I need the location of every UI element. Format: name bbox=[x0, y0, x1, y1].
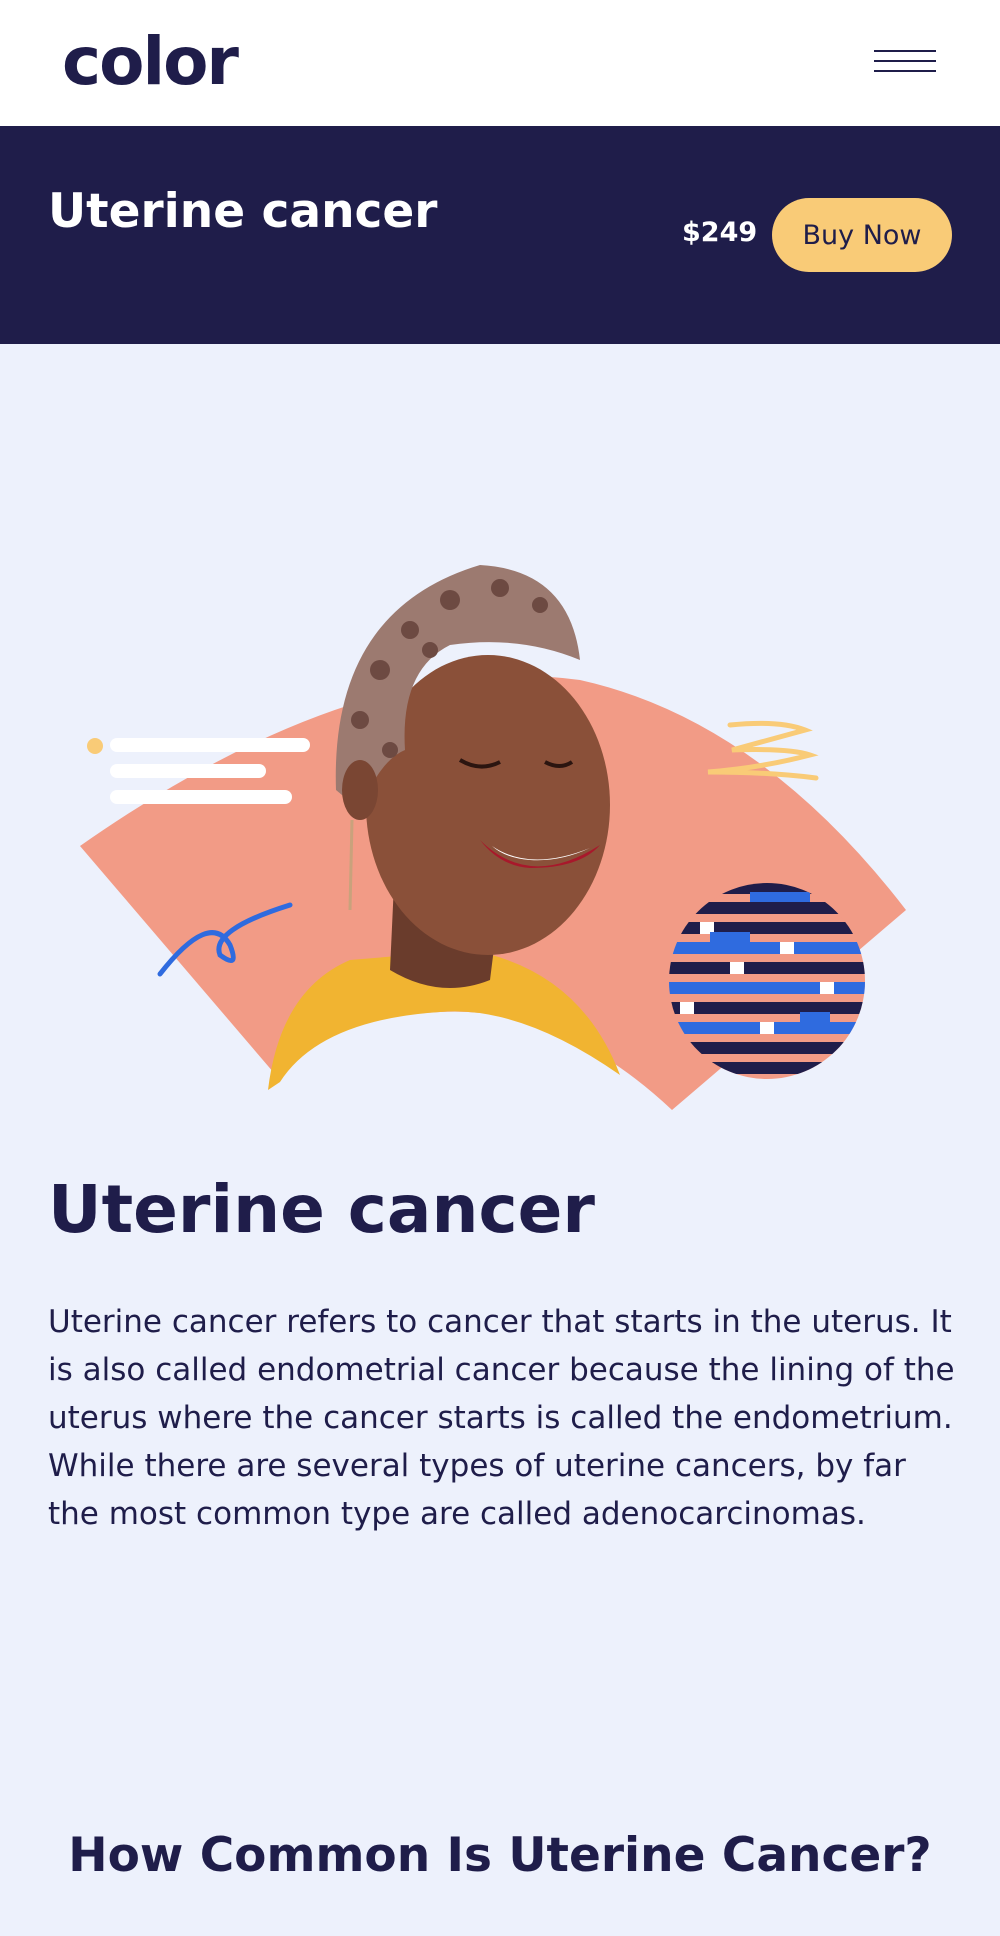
product-price: $249 bbox=[682, 217, 758, 248]
product-hero-bar: Uterine cancer $249 Buy Now bbox=[0, 126, 1000, 344]
section-description: Uterine cancer refers to cancer that sta… bbox=[48, 1304, 955, 1532]
next-section-title: How Common Is Uterine Cancer? bbox=[68, 1828, 932, 1883]
buy-now-button[interactable]: Buy Now bbox=[772, 198, 952, 272]
white-line bbox=[110, 738, 310, 752]
white-line bbox=[110, 790, 292, 804]
white-line bbox=[110, 764, 266, 778]
hero-illustration bbox=[80, 565, 906, 1110]
top-navigation: color bbox=[0, 0, 1000, 126]
menu-line bbox=[874, 50, 936, 52]
menu-line bbox=[874, 60, 936, 62]
section-title: Uterine cancer bbox=[48, 1171, 595, 1248]
earring-shape bbox=[348, 819, 354, 911]
logo-text: color bbox=[62, 23, 239, 100]
color-logo[interactable]: color bbox=[62, 26, 242, 98]
hamburger-menu-icon[interactable] bbox=[874, 46, 936, 76]
product-title: Uterine cancer bbox=[48, 184, 438, 239]
yellow-dot bbox=[87, 738, 103, 754]
ear-shape bbox=[342, 760, 378, 820]
menu-line bbox=[874, 70, 936, 72]
